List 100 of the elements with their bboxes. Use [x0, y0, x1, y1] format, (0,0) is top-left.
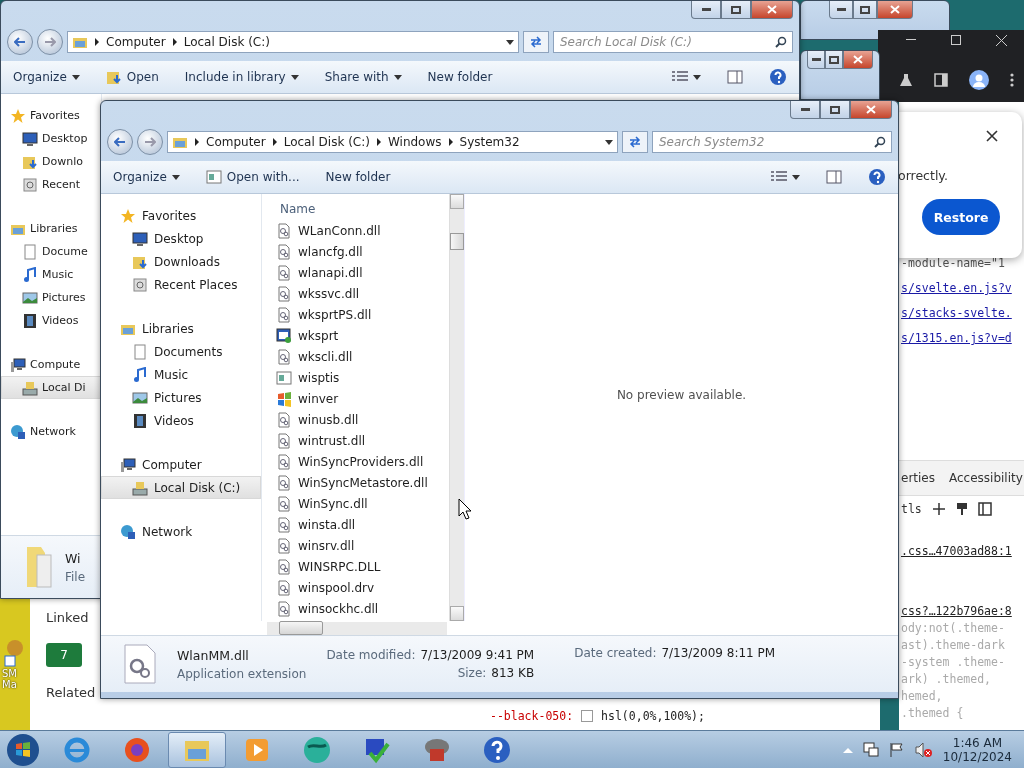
nav-item[interactable]: Documents	[101, 340, 261, 363]
preview-pane-button[interactable]	[727, 68, 743, 86]
devtools-tab[interactable]: erties	[901, 471, 935, 485]
nav-item[interactable]: Downloads	[101, 250, 261, 273]
source-link[interactable]: s/1315.en.js?v=d	[901, 331, 1012, 345]
breadcrumb[interactable]: Windows	[387, 135, 442, 149]
search-field[interactable]: Search System32	[652, 131, 892, 153]
paintbrush-icon[interactable]	[955, 502, 968, 516]
restore-button[interactable]: Restore	[922, 199, 1000, 235]
minimize-button[interactable]	[807, 51, 825, 69]
nav-item[interactable]: Recent Places	[101, 273, 261, 296]
minimize-icon[interactable]	[905, 39, 916, 41]
file-row[interactable]: winspool.drv	[276, 577, 449, 598]
stylesheet-link[interactable]: css?…122b796ae:8	[901, 604, 1012, 618]
nav-item[interactable]: Compute	[1, 353, 101, 376]
nav-item[interactable]: Videos	[101, 409, 261, 432]
minimize-button[interactable]	[691, 1, 721, 19]
horizontal-scrollbar[interactable]	[267, 621, 447, 635]
nav-item[interactable]: Videos	[1, 309, 101, 332]
maximize-button[interactable]	[820, 101, 850, 119]
forward-button[interactable]	[37, 29, 63, 55]
minimize-button[interactable]	[829, 1, 853, 19]
nav-item[interactable]: Docume	[1, 240, 101, 263]
search-field[interactable]: Search Local Disk (C:)	[553, 31, 793, 53]
stylesheet-link[interactable]: .css…47003ad88:1	[901, 544, 1012, 558]
nav-item[interactable]: Music	[1, 263, 101, 286]
nav-item[interactable]: Favorites	[1, 104, 101, 127]
file-row[interactable]: winsta.dll	[276, 514, 449, 535]
address-bar[interactable]: Computer Local Disk (C:) Windows System32	[167, 131, 618, 153]
clock[interactable]: 1:46 AM 10/12/2024	[942, 736, 1012, 764]
refresh-button[interactable]	[523, 31, 549, 53]
nav-item[interactable]: Network	[1, 420, 101, 443]
taskbar-app-button[interactable]	[168, 732, 226, 768]
nav-item[interactable]: Pictures	[101, 386, 261, 409]
file-row[interactable]: WinSyncProviders.dll	[276, 451, 449, 472]
flag-icon[interactable]	[888, 742, 905, 758]
network-icon[interactable]	[862, 742, 879, 758]
more-menu-icon[interactable]	[1009, 73, 1014, 87]
source-link[interactable]: s/stacks-svelte.	[901, 306, 1012, 320]
plus-icon[interactable]	[931, 502, 946, 516]
flask-icon[interactable]	[898, 73, 913, 87]
file-row[interactable]: wkscli.dll	[276, 346, 449, 367]
nav-item[interactable]: Downlo	[1, 150, 101, 173]
breadcrumb[interactable]: Local Disk (C:)	[183, 35, 270, 49]
toolbar-button[interactable]: Organize	[13, 68, 80, 86]
breadcrumb[interactable]: Computer	[206, 135, 266, 149]
source-link[interactable]: s/svelte.en.js?v	[901, 281, 1012, 295]
file-row[interactable]: winver	[276, 388, 449, 409]
breadcrumb[interactable]: Computer	[106, 35, 166, 49]
toolbar-button[interactable]: Organize	[113, 168, 180, 186]
refresh-button[interactable]	[622, 131, 648, 153]
file-row[interactable]: winusb.dll	[276, 409, 449, 430]
sidebar-toggle-icon[interactable]	[977, 502, 992, 516]
file-row[interactable]: WinSyncMetastore.dll	[276, 472, 449, 493]
close-icon[interactable]	[986, 130, 998, 142]
forward-button[interactable]	[137, 129, 163, 155]
nav-item[interactable]: Pictures	[1, 286, 101, 309]
close-button[interactable]	[843, 51, 873, 69]
file-row[interactable]: WINSRPC.DLL	[276, 556, 449, 577]
vertical-scrollbar[interactable]	[449, 194, 464, 621]
toolbar-button[interactable]: New folder	[427, 68, 493, 86]
file-row[interactable]: wintrust.dll	[276, 430, 449, 451]
speaker-muted-icon[interactable]	[914, 742, 933, 758]
file-row[interactable]: wksprtPS.dll	[276, 304, 449, 325]
file-row[interactable]: winsockhc.dll	[276, 598, 449, 619]
file-row[interactable]: wksprt	[276, 325, 449, 346]
file-row[interactable]: WLanConn.dll	[276, 220, 449, 241]
back-button[interactable]	[7, 29, 33, 55]
help-button[interactable]	[769, 66, 787, 88]
maximize-button[interactable]	[825, 51, 843, 69]
toolbar-button[interactable]: New folder	[325, 168, 391, 186]
file-row[interactable]: winsrv.dll	[276, 535, 449, 556]
nav-item[interactable]: Computer	[101, 453, 261, 476]
help-button[interactable]	[868, 166, 886, 188]
nav-item[interactable]: Libraries	[1, 217, 101, 240]
sidebar-icon[interactable]	[933, 73, 948, 87]
toolbar-button[interactable]: Share with	[324, 68, 402, 86]
nav-item[interactable]: Local Disk (C:)	[101, 476, 261, 499]
filter-text[interactable]: tls	[901, 502, 922, 516]
maximize-button[interactable]	[721, 1, 751, 19]
nav-item[interactable]: Favorites	[101, 204, 261, 227]
nav-item[interactable]: Local Di	[1, 376, 101, 399]
color-swatch[interactable]	[581, 710, 594, 722]
nav-item[interactable]: Network	[101, 520, 261, 543]
file-row[interactable]: wkssvc.dll	[276, 283, 449, 304]
nav-item[interactable]: Desktop	[101, 227, 261, 250]
address-bar[interactable]: Computer Local Disk (C:)	[67, 31, 519, 53]
maximize-icon[interactable]	[950, 35, 961, 45]
file-row[interactable]: wisptis	[276, 367, 449, 388]
nav-item[interactable]: Recent	[1, 173, 101, 196]
profile-avatar-icon[interactable]	[968, 70, 989, 90]
file-row[interactable]: wlanapi.dll	[276, 262, 449, 283]
file-row[interactable]: WinSync.dll	[276, 493, 449, 514]
close-button[interactable]	[850, 101, 892, 119]
nav-item[interactable]: Music	[101, 363, 261, 386]
name-column-header[interactable]: Name	[276, 198, 449, 220]
close-button[interactable]	[877, 1, 913, 19]
minimize-button[interactable]	[790, 101, 820, 119]
toolbar-button[interactable]: Open with...	[205, 167, 300, 187]
breadcrumb[interactable]: System32	[459, 135, 520, 149]
